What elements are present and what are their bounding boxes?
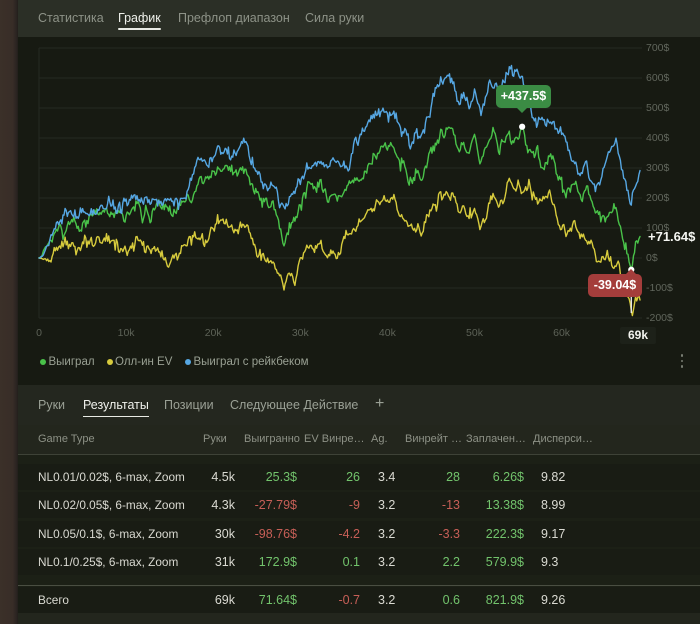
x-end-label: 69k [619,327,656,344]
x-tick-label: 60k [553,327,571,339]
top-tab-statistics[interactable]: Статистика [38,0,104,37]
table-cell: 3.2 [378,498,396,512]
table-cell: 8.99 [541,498,566,512]
table-row[interactable]: NL0.01/0.02$, 6-max, Zoom 4.5k 25.3$ 26 3.4 2… [18,463,700,490]
table-cell: -4.2 [338,526,360,541]
legend-label-won-with-rakeback: Выиграл с рейкбеком [193,356,309,368]
add-tab-button[interactable]: + [375,385,384,425]
table-cell: 25.3$ [265,469,297,484]
table-cell: 172.9$ [258,555,297,569]
legend-dot-won-with-rakeback [185,359,191,365]
table-row[interactable]: NL0.1/0.25$, 6-max, Zoom 31k 172.9$ 0.1 3.2 2… [18,549,700,575]
table-row[interactable]: NL0.02/0.05$, 6-max, Zoom 4.3k -27.79$ -9 3.… [18,492,700,518]
table-cell: 26 [346,469,360,484]
table-cell: -13 [441,498,460,512]
table-cell: Всего [38,593,69,607]
header-cell[interactable]: EV Винре… [304,425,365,454]
x-tick-label: 50k [466,327,483,339]
table-cell: 4.5k [211,469,235,484]
results-table: Game Type Руки Выигранно EV Винре… Ag. Винрей… [18,425,700,624]
header-cell[interactable]: Заплачен… [466,425,526,454]
table-cell: 0.1 [342,555,360,569]
table-cell: 9.82 [541,469,566,484]
table-cell: 28 [446,469,460,484]
bottom-tab-positions[interactable]: Позиции [164,385,214,425]
table-cell: 4.3k [211,498,235,512]
window-edge-strip [0,0,18,624]
header-cell[interactable]: Game Type [38,425,95,454]
y-tick-label: 500$ [646,102,670,114]
table-cell: -98.76$ [254,526,297,541]
x-tick-label: 10k [117,327,135,339]
table-header-row: Game Type Руки Выигранно EV Винре… Ag. Винрей… [18,425,700,454]
legend-label-allin-ev: Олл-ин EV [115,356,173,368]
table-cell: 579.9$ [485,555,524,569]
header-cell[interactable]: Дисперси… [533,425,593,454]
x-tick-label: 30k [291,327,309,339]
min-value-badge: -39.04$ [588,269,642,297]
table-cell: -3.3 [438,526,460,541]
total-separator [18,585,700,586]
y-tick-label: 700$ [646,42,670,54]
table-cell: NL0.01/0.02$, 6-max, Zoom [38,469,185,484]
top-tab-hand-strength[interactable]: Сила руки [305,0,364,37]
table-cell: 6.26$ [492,469,524,484]
table-cell: 30k [214,526,235,541]
table-cell: NL0.02/0.05$, 6-max, Zoom [38,498,185,512]
x-tick-label: 20k [204,327,222,339]
table-row[interactable]: NL0.05/0.1$, 6-max, Zoom 30k -98.76$ -4.2 3.… [18,520,700,547]
total-row: Всего 69k 71.64$ -0.7 3.2 0.6 821.9$ 9.26 [18,587,700,613]
header-cell[interactable]: Винрейт … [405,425,462,454]
table-cell: 31k [214,555,235,569]
max-marker-dot [519,123,526,130]
top-tab-bar: Статистика График Префлоп диапазон Сила рук… [18,0,700,37]
table-cell: 3.2 [378,593,396,607]
bottom-tab-next-action[interactable]: Следующее Действие [230,385,358,425]
table-cell: 13.38$ [485,498,524,512]
table-cell: 9.17 [541,526,566,541]
table-cell: 2.2 [442,555,460,569]
table-cell: 69k [214,593,235,607]
chart-panel: 700$ 600$ 500$ 400$ 300$ 200$ 100$ 0$ -100$ -200$… [18,37,700,385]
header-cell[interactable]: Выигранно [244,425,300,454]
legend-label-won: Выиграл [48,356,95,368]
y-tick-label: 300$ [646,162,670,174]
gridlines [38,47,642,319]
table-cell: 9.3 [541,555,559,569]
top-tab-preflop-range[interactable]: Префлоп диапазон [178,0,290,37]
table-cell: -27.79$ [254,498,297,512]
x-tick-label: 40k [378,327,396,339]
bottom-tab-bar: Руки Результаты Позиции Следующее Действие + [18,385,700,425]
table-cell: NL0.05/0.1$, 6-max, Zoom [38,526,179,541]
table-cell: 0.6 [442,593,460,607]
y-tick-label: 600$ [646,72,670,84]
y-tick-label: 400$ [646,132,670,144]
table-cell: NL0.1/0.25$, 6-max, Zoom [38,555,179,569]
table-cell: -9 [348,498,360,512]
table-cell: 821.9$ [485,593,524,607]
bottom-tab-results[interactable]: Результаты [83,385,149,425]
current-value-label: +71.64$ [648,228,696,244]
x-tick-label: 0 [36,327,42,339]
table-cell: 71.64$ [258,593,297,607]
legend-dot-won [40,359,46,365]
header-cell[interactable]: Руки [203,425,227,454]
table-cell: 9.26 [541,593,566,607]
table-cell: -0.7 [338,593,360,607]
y-tick-label: -200$ [646,312,673,324]
max-value-badge: +437.5$ [496,85,551,113]
legend-dot-allin-ev [106,359,113,365]
y-tick-label: 200$ [646,192,670,204]
bottom-tab-hands[interactable]: Руки [38,385,65,425]
y-tick-label: 0$ [646,252,658,264]
table-cell: 3.4 [378,469,396,484]
y-tick-label: -100$ [646,282,673,294]
table-cell: 3.2 [378,555,396,569]
table-cell: 222.3$ [485,526,524,541]
header-cell[interactable]: Ag. [371,425,388,454]
table-cell: 3.2 [378,526,396,541]
top-tab-graph[interactable]: График [118,0,161,37]
chart-menu-kebab-icon[interactable] [680,354,684,368]
